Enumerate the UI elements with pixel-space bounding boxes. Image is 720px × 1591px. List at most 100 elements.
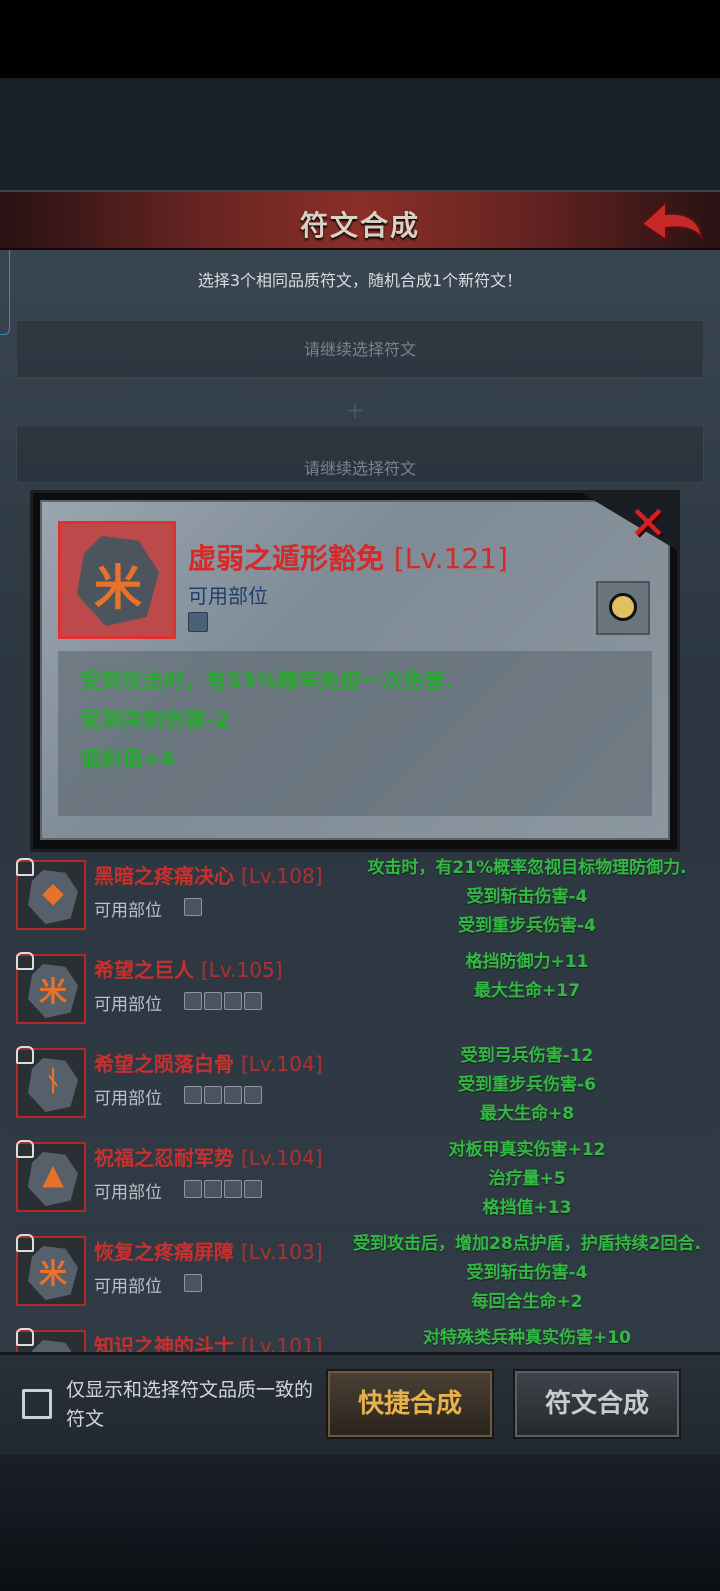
- rune-name: 虚弱之遁形豁免 [Lv.121]: [188, 542, 508, 575]
- rune-stone-icon: ᚾ: [28, 1058, 78, 1112]
- lock-button[interactable]: [596, 581, 650, 635]
- effect-line: 受到弓兵伤害-12: [460, 1046, 594, 1066]
- back-button[interactable]: [636, 194, 708, 248]
- armor-part-icon: [244, 1086, 262, 1104]
- lock-icon: [16, 1046, 34, 1064]
- lock-icon: [16, 952, 34, 970]
- effect-line: 每回合生命+2: [471, 1292, 583, 1312]
- rune-name: 知识之神的斗士 [Lv.101]: [94, 1330, 323, 1352]
- usable-slot-label: 可用部位: [94, 1089, 162, 1109]
- effect-line: 受到斩击伤害-4: [466, 1263, 588, 1283]
- lock-icon: [16, 1140, 34, 1158]
- plus-icon: +: [345, 396, 366, 424]
- effect-line: 格挡防御力+11: [465, 952, 589, 972]
- list-item[interactable]: ▲ 祝福之忍耐军势 [Lv.104] 可用部位 对板甲真实伤害+12 治疗量+5 格挡值+…: [12, 1134, 708, 1228]
- back-arrow-icon: [640, 199, 704, 242]
- rune-name: 希望之陨落白骨 [Lv.104]: [94, 1052, 323, 1076]
- list-item[interactable]: 米恢复之疼痛屏障 [Lv.103] 可用部位 受到攻击后，增加28点护盾，护盾持续2…: [12, 1228, 708, 1322]
- effect-line: 受到重步兵伤害-6: [458, 1075, 596, 1095]
- rune-stone-icon: 米: [77, 536, 159, 626]
- compose-button[interactable]: 符文合成: [515, 1371, 679, 1437]
- armor-part-icon: [224, 1180, 242, 1198]
- rune-effects: 攻击时，有21%概率忽视目标物理防御力. 受到斩击伤害-4 受到重步兵伤害-4: [332, 854, 720, 941]
- effect-line: 最大生命+8: [479, 1104, 575, 1124]
- armor-part-icons: [184, 1180, 262, 1198]
- rune-icon: 米: [58, 521, 176, 639]
- quality-filter-checkbox[interactable]: [22, 1389, 52, 1419]
- armor-part-icon: [204, 1180, 222, 1198]
- quality-filter-label: 仅显示和选择符文品质一致的符文: [66, 1379, 314, 1430]
- rune-slot-1[interactable]: 请继续选择符文: [16, 320, 704, 378]
- effect-line: 对特殊类兵种真实伤害+10: [423, 1328, 631, 1348]
- rune-level: [Lv.103]: [240, 1240, 323, 1264]
- effect-line: 受到攻击后，增加28点护盾，护盾持续2回合.: [353, 1234, 701, 1254]
- effect-line: 受到突刺伤害-2: [80, 708, 230, 732]
- effect-line: 攻击时，有21%概率忽视目标物理防御力.: [367, 858, 687, 878]
- armor-part-icon: [184, 898, 202, 916]
- rune-effects: 对特殊类兵种真实伤害+10: [332, 1324, 708, 1352]
- armor-part-icon: [244, 992, 262, 1010]
- rune-name: 恢复之疼痛屏障 [Lv.103]: [94, 1240, 323, 1264]
- armor-part-icon: [224, 1086, 242, 1104]
- armor-part-icon: [204, 992, 222, 1010]
- rune-stone-icon: 米: [28, 1246, 78, 1300]
- armor-part-icons: [184, 1274, 202, 1292]
- lock-icon: [16, 1328, 34, 1346]
- armor-part-icons: [184, 1086, 262, 1104]
- unlock-icon: [609, 593, 637, 621]
- armor-part-icon: [188, 612, 208, 632]
- rune-stone-icon: ▲: [28, 1152, 78, 1206]
- bottom-background: [0, 1455, 720, 1591]
- usable-slot-label: 可用部位: [94, 901, 162, 921]
- rune-level: [Lv.108]: [240, 864, 323, 888]
- rune-name: 祝福之忍耐军势 [Lv.104]: [94, 1146, 323, 1170]
- list-item[interactable]: 知识之神的斗士 [Lv.101] 对特殊类兵种真实伤害+10: [12, 1322, 708, 1352]
- usable-slot-label: 可用部位: [94, 1277, 162, 1297]
- lock-icon: [16, 1234, 34, 1252]
- rune-level: [Lv.104]: [240, 1146, 323, 1170]
- rune-level: [Lv.101]: [240, 1334, 323, 1352]
- page-title: 符文合成: [299, 209, 420, 242]
- usable-slot-label: 可用部位: [94, 995, 162, 1015]
- list-item[interactable]: ᚾ 希望之陨落白骨 [Lv.104] 可用部位 受到弓兵伤害-12 受到重步兵伤害-6 最…: [12, 1040, 708, 1134]
- armor-part-icon: [224, 992, 242, 1010]
- armor-part-icons: [184, 992, 262, 1010]
- usable-slot-label: 可用部位: [94, 1183, 162, 1203]
- rune-slot-2[interactable]: 请继续选择符文: [16, 425, 704, 483]
- armor-part-icon: [184, 1274, 202, 1292]
- armor-part-icon: [184, 1180, 202, 1198]
- usable-slot-label: 可用部位: [188, 584, 268, 608]
- list-item[interactable]: 米希望之巨人 [Lv.105] 可用部位 格挡防御力+11 最大生命+17: [12, 946, 708, 1040]
- effect-line: 治疗量+5: [488, 1169, 566, 1189]
- armor-part-icons: [184, 898, 202, 916]
- rune-effects: 格挡防御力+11 最大生命+17: [332, 948, 720, 1006]
- lock-icon: [16, 858, 34, 876]
- armor-part-icon: [184, 1086, 202, 1104]
- rune-stone-icon: 米: [28, 964, 78, 1018]
- effect-line: 对板甲真实伤害+12: [448, 1140, 606, 1160]
- effect-line: 受到攻击时，有53%概率免疫一次伤害.: [80, 669, 454, 693]
- effect-line: 受到重步兵伤害-4: [458, 916, 596, 936]
- rune-level: [Lv.104]: [240, 1052, 323, 1076]
- rune-stone-icon: ◆: [28, 870, 78, 924]
- armor-part-icon: [184, 992, 202, 1010]
- armor-part-icon: [204, 1086, 222, 1104]
- quick-compose-button[interactable]: 快捷合成: [328, 1371, 492, 1437]
- rune-effects: 对板甲真实伤害+12 治疗量+5 格挡值+13: [332, 1136, 720, 1223]
- armor-part-icon: [244, 1180, 262, 1198]
- effect-line: 格挡值+13: [482, 1198, 572, 1218]
- slot-placeholder: 请继续选择符文: [303, 340, 416, 359]
- effect-line: 最大生命+17: [474, 981, 580, 1001]
- rune-stone-icon: [28, 1340, 78, 1352]
- rune-effects: 受到弓兵伤害-12 受到重步兵伤害-6 最大生命+8: [332, 1042, 720, 1129]
- rune-name: 黑暗之疼痛决心 [Lv.108]: [94, 864, 323, 888]
- effect-line: 偏斜值+4: [80, 747, 176, 771]
- close-button[interactable]: ✕: [624, 498, 672, 550]
- rune-name: 希望之巨人 [Lv.105]: [94, 958, 283, 982]
- rune-level: [Lv.105]: [200, 958, 283, 982]
- list-item[interactable]: ◆ 黑暗之疼痛决心 [Lv.108] 可用部位 攻击时，有21%概率忽视目标物理防御力…: [12, 852, 708, 946]
- effect-line: 受到斩击伤害-4: [466, 887, 588, 907]
- rune-level: [Lv.121]: [393, 542, 508, 575]
- rune-effects: 受到攻击后，增加28点护盾，护盾持续2回合. 受到斩击伤害-4 每回合生命+2: [332, 1230, 720, 1317]
- compose-hint: 选择3个相同品质符文，随机合成1个新符文！: [197, 271, 523, 290]
